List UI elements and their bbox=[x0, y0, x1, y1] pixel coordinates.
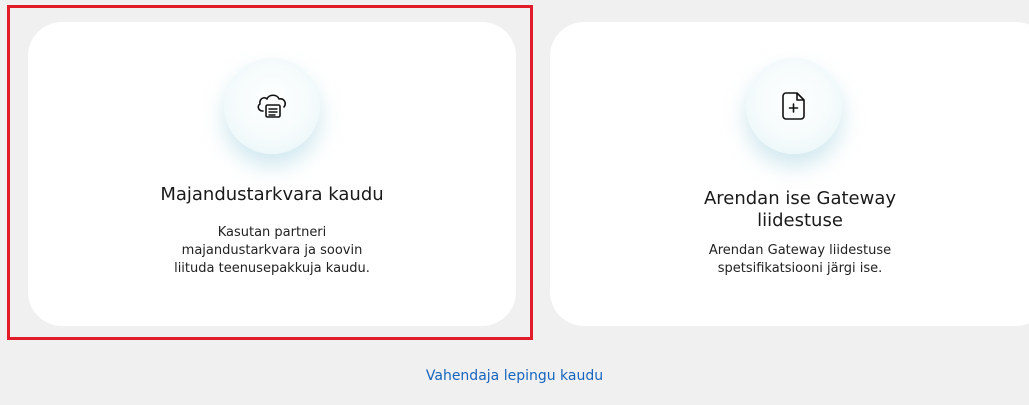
description-line: spetsifikatsiooni järgi ise. bbox=[717, 261, 883, 276]
card-description: Arendan Gateway liidestuse spetsifikatsi… bbox=[550, 242, 1029, 278]
integration-method-chooser: Majandustarkvara kaudu Kasutan partneri … bbox=[0, 0, 1029, 405]
intermediary-contract-link[interactable]: Vahendaja lepingu kaudu bbox=[0, 368, 1029, 384]
description-line: Arendan Gateway liidestuse bbox=[708, 243, 892, 258]
selection-highlight bbox=[7, 5, 533, 340]
icon-bubble bbox=[746, 58, 842, 154]
title-line: Arendan ise Gateway bbox=[703, 188, 897, 209]
title-line: liidestuse bbox=[757, 210, 843, 231]
option-card-own-gateway[interactable]: Arendan ise Gateway liidestuse Arendan G… bbox=[550, 22, 1029, 326]
file-plus-icon bbox=[782, 92, 805, 120]
card-title: Arendan ise Gateway liidestuse bbox=[550, 188, 1029, 232]
